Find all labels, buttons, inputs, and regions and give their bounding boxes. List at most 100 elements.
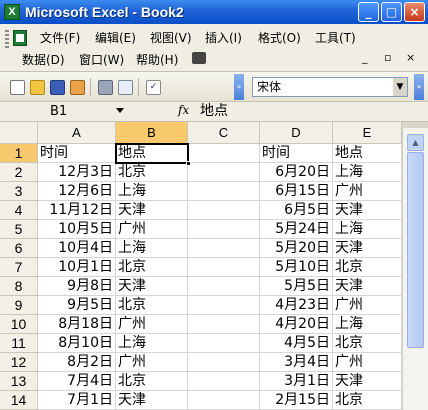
toolbar-options-button[interactable]: »: [234, 74, 244, 100]
cell-b5[interactable]: 广州: [116, 220, 188, 239]
cell-e11[interactable]: 北京: [333, 334, 402, 353]
cell-d13[interactable]: 3月1日: [260, 372, 333, 391]
cell-c9[interactable]: [188, 296, 260, 315]
cell-a3[interactable]: 12月6日: [38, 182, 116, 201]
scroll-up-button[interactable]: ▲: [407, 134, 424, 151]
cell-d7[interactable]: 5月10日: [260, 258, 333, 277]
row-header-3[interactable]: 3: [0, 182, 38, 201]
excel-app-icon[interactable]: X: [4, 4, 20, 20]
cell-e7[interactable]: 北京: [333, 258, 402, 277]
cell-e8[interactable]: 天津: [333, 277, 402, 296]
worksheet-grid[interactable]: A B C D E 1 时间 地点 时间 地点 2 12月3日 北京 6月20日 上海 3 12月6日 上海 6月1…: [0, 122, 402, 410]
menu-window[interactable]: 窗口(W): [79, 52, 124, 68]
cell-a12[interactable]: 8月2日: [38, 353, 116, 372]
toolbar-options-button-2[interactable]: »: [414, 74, 424, 100]
column-header-e[interactable]: E: [333, 122, 402, 144]
menu-help[interactable]: 帮助(H): [136, 52, 178, 68]
doc-restore-button[interactable]: ▫: [384, 51, 391, 64]
cell-c3[interactable]: [188, 182, 260, 201]
cell-c12[interactable]: [188, 353, 260, 372]
cell-e3[interactable]: 广州: [333, 182, 402, 201]
row-header-12[interactable]: 12: [0, 353, 38, 372]
scroll-thumb[interactable]: [407, 152, 424, 348]
row-header-14[interactable]: 14: [0, 391, 38, 410]
menu-view[interactable]: 视图(V): [150, 30, 192, 46]
row-header-11[interactable]: 11: [0, 334, 38, 353]
cell-b14[interactable]: 天津: [116, 391, 188, 410]
cell-a9[interactable]: 9月5日: [38, 296, 116, 315]
cell-b3[interactable]: 上海: [116, 182, 188, 201]
document-menu-icon[interactable]: [13, 30, 27, 46]
row-header-5[interactable]: 5: [0, 220, 38, 239]
cell-a14[interactable]: 7月1日: [38, 391, 116, 410]
cell-d1[interactable]: 时间: [260, 144, 333, 163]
split-box[interactable]: [402, 122, 428, 128]
column-header-b[interactable]: B: [116, 122, 188, 144]
cell-a4[interactable]: 11月12日: [38, 201, 116, 220]
chevron-down-icon[interactable]: [116, 108, 124, 113]
cell-c14[interactable]: [188, 391, 260, 410]
spelling-icon[interactable]: ✓: [146, 80, 161, 95]
cell-d4[interactable]: 6月5日: [260, 201, 333, 220]
cell-e5[interactable]: 上海: [333, 220, 402, 239]
cell-e6[interactable]: 天津: [333, 239, 402, 258]
cell-b9[interactable]: 北京: [116, 296, 188, 315]
chevron-down-icon[interactable]: ▼: [393, 78, 407, 96]
font-name-select[interactable]: 宋体 ▼: [252, 77, 408, 97]
cell-c5[interactable]: [188, 220, 260, 239]
menu-tools[interactable]: 工具(T): [315, 30, 356, 46]
column-header-c[interactable]: C: [188, 122, 260, 144]
cell-b1[interactable]: 地点: [116, 144, 188, 163]
cell-d14[interactable]: 2月15日: [260, 391, 333, 410]
print-preview-icon[interactable]: [118, 80, 133, 95]
cell-b4[interactable]: 天津: [116, 201, 188, 220]
cell-b11[interactable]: 上海: [116, 334, 188, 353]
cell-b2[interactable]: 北京: [116, 163, 188, 182]
select-all-corner[interactable]: [0, 122, 38, 144]
column-header-a[interactable]: A: [38, 122, 116, 144]
menu-data[interactable]: 数据(D): [22, 52, 65, 68]
cell-a10[interactable]: 8月18日: [38, 315, 116, 334]
row-header-9[interactable]: 9: [0, 296, 38, 315]
cell-b10[interactable]: 广州: [116, 315, 188, 334]
cell-d9[interactable]: 4月23日: [260, 296, 333, 315]
menu-file[interactable]: 文件(F): [40, 30, 80, 46]
cell-e13[interactable]: 天津: [333, 372, 402, 391]
cell-a1[interactable]: 时间: [38, 144, 116, 163]
cell-d8[interactable]: 5月5日: [260, 277, 333, 296]
permission-icon[interactable]: [70, 80, 85, 95]
cell-a11[interactable]: 8月10日: [38, 334, 116, 353]
cell-a13[interactable]: 7月4日: [38, 372, 116, 391]
cell-c2[interactable]: [188, 163, 260, 182]
column-header-d[interactable]: D: [260, 122, 333, 144]
cell-c7[interactable]: [188, 258, 260, 277]
row-header-1[interactable]: 1: [0, 144, 38, 163]
cell-d5[interactable]: 5月24日: [260, 220, 333, 239]
cell-c11[interactable]: [188, 334, 260, 353]
cell-c1[interactable]: [188, 144, 260, 163]
row-header-8[interactable]: 8: [0, 277, 38, 296]
doc-close-button[interactable]: ×: [406, 51, 415, 64]
insert-function-icon[interactable]: fx: [178, 103, 189, 117]
cell-e2[interactable]: 上海: [333, 163, 402, 182]
formula-input[interactable]: 地点: [200, 102, 228, 121]
vertical-scrollbar[interactable]: ▲: [402, 122, 428, 410]
menu-grip-handle[interactable]: [5, 30, 9, 48]
menu-edit[interactable]: 编辑(E): [95, 30, 136, 46]
cell-d2[interactable]: 6月20日: [260, 163, 333, 182]
cell-c10[interactable]: [188, 315, 260, 334]
cell-e10[interactable]: 上海: [333, 315, 402, 334]
cell-e1[interactable]: 地点: [333, 144, 402, 163]
cell-b13[interactable]: 北京: [116, 372, 188, 391]
cell-b8[interactable]: 天津: [116, 277, 188, 296]
row-header-2[interactable]: 2: [0, 163, 38, 182]
cell-b12[interactable]: 广州: [116, 353, 188, 372]
cell-a6[interactable]: 10月4日: [38, 239, 116, 258]
cell-d10[interactable]: 4月20日: [260, 315, 333, 334]
maximize-button[interactable]: □: [381, 2, 402, 22]
print-icon[interactable]: [98, 80, 113, 95]
doc-minimize-button[interactable]: _: [362, 51, 368, 64]
cell-d6[interactable]: 5月20日: [260, 239, 333, 258]
row-header-10[interactable]: 10: [0, 315, 38, 334]
row-header-4[interactable]: 4: [0, 201, 38, 220]
